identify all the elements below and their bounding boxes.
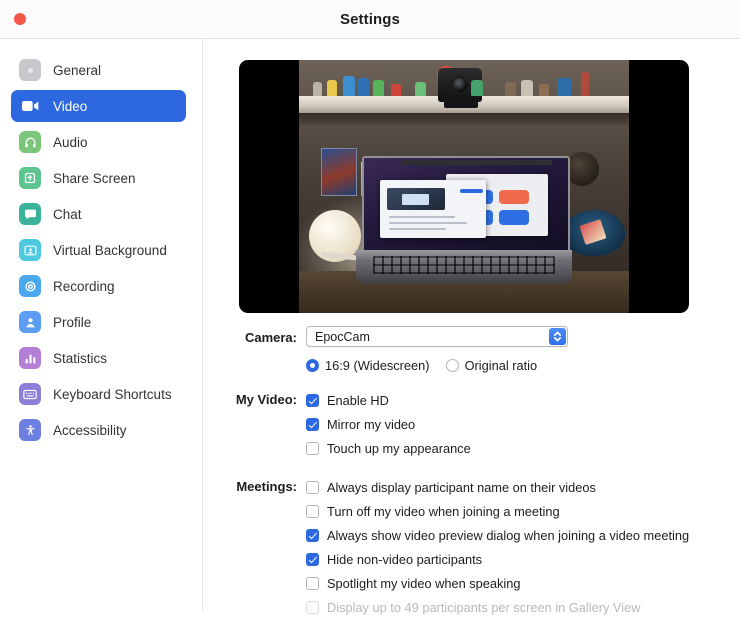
checkbox-indicator[interactable]	[306, 417, 319, 431]
share-screen-icon	[19, 167, 41, 189]
radio-option-widescreen[interactable]: 16:9 (Widescreen)	[306, 358, 430, 373]
checkbox-always-show-video-preview-dialog[interactable]: Always show video preview dialog when jo…	[306, 523, 740, 547]
checkbox-indicator[interactable]	[306, 393, 319, 407]
sidebar-item-recording[interactable]: Recording	[11, 270, 186, 302]
accessibility-icon	[19, 419, 41, 441]
sidebar-item-share-screen[interactable]: Share Screen	[11, 162, 186, 194]
sidebar-item-profile[interactable]: Profile	[11, 306, 186, 338]
aspect-ratio-group: 16:9 (Widescreen) Original ratio	[306, 358, 740, 373]
my-video-row: My Video: Enable HD Mirror my video Touc…	[203, 388, 740, 460]
bar-chart-icon	[19, 347, 41, 369]
checkbox-indicator[interactable]	[306, 504, 319, 518]
keyboard-icon	[19, 383, 41, 405]
sidebar-item-general[interactable]: General	[11, 54, 186, 86]
camera-preview	[239, 60, 689, 313]
checkbox-label: Always show video preview dialog when jo…	[327, 527, 690, 543]
sidebar-item-label: Chat	[53, 206, 82, 222]
settings-sidebar: General Video Audio Share Screen Chat Vi…	[0, 39, 203, 611]
window-title: Settings	[340, 10, 400, 28]
chevron-up-down-icon[interactable]	[549, 328, 566, 345]
headphones-icon	[19, 131, 41, 153]
sidebar-item-virtual-background[interactable]: Virtual Background	[11, 234, 186, 266]
sidebar-item-keyboard-shortcuts[interactable]: Keyboard Shortcuts	[11, 378, 186, 410]
checkbox-display-up-to-49-participants: Display up to 49 participants per screen…	[306, 595, 740, 619]
radio-indicator[interactable]	[445, 359, 459, 372]
camera-select-value: EpocCam	[315, 329, 370, 344]
sidebar-item-label: Statistics	[53, 350, 108, 366]
checkbox-label: Turn off my video when joining a meeting	[327, 503, 560, 519]
sidebar-item-label: Video	[53, 98, 88, 114]
sidebar-item-label: Accessibility	[53, 422, 127, 438]
camera-select[interactable]: EpocCam	[306, 326, 568, 347]
checkbox-enable-hd[interactable]: Enable HD	[306, 388, 740, 412]
radio-option-original-ratio[interactable]: Original ratio	[445, 358, 538, 373]
checkbox-touch-up-my-appearance[interactable]: Touch up my appearance	[306, 436, 740, 460]
my-video-label: My Video:	[235, 392, 297, 407]
checkbox-indicator[interactable]	[306, 480, 319, 494]
person-frame-icon	[19, 239, 41, 261]
title-bar: Settings	[0, 0, 740, 39]
checkbox-label: Touch up my appearance	[327, 440, 471, 456]
settings-form: Camera: EpocCam 16:9 (Widescreen) Origin…	[203, 326, 740, 619]
checkbox-indicator[interactable]	[306, 528, 319, 542]
checkbox-hide-non-video-participants[interactable]: Hide non-video participants	[306, 547, 740, 571]
radio-label: 16:9 (Widescreen)	[325, 358, 430, 373]
gear-icon	[19, 59, 41, 81]
sidebar-item-video[interactable]: Video	[11, 90, 186, 122]
sidebar-item-label: Virtual Background	[53, 242, 167, 258]
checkbox-label: Mirror my video	[327, 416, 416, 432]
radio-label: Original ratio	[464, 358, 538, 373]
sidebar-item-accessibility[interactable]: Accessibility	[11, 414, 186, 446]
video-settings-panel: Camera: EpocCam 16:9 (Widescreen) Origin…	[203, 39, 740, 615]
sidebar-item-label: Profile	[53, 314, 92, 330]
meetings-label: Meetings:	[236, 479, 297, 494]
camera-preview-image	[299, 60, 629, 313]
record-circle-icon	[19, 275, 41, 297]
checkbox-spotlight-my-video-when-speaking[interactable]: Spotlight my video when speaking	[306, 571, 740, 595]
sidebar-item-statistics[interactable]: Statistics	[11, 342, 186, 374]
person-icon	[19, 311, 41, 333]
checkbox-label: Display up to 49 participants per screen…	[327, 599, 641, 615]
video-camera-icon	[19, 95, 41, 117]
meetings-row: Meetings: Always display participant nam…	[203, 475, 740, 619]
close-window-button[interactable]	[14, 13, 26, 25]
checkbox-label: Always display participant name on their…	[327, 479, 596, 495]
chat-bubble-icon	[19, 203, 41, 225]
sidebar-item-label: Share Screen	[53, 170, 136, 186]
radio-indicator[interactable]	[306, 359, 319, 372]
settings-window: Settings General Video Audio Share Scree…	[0, 0, 740, 615]
checkbox-mirror-my-video[interactable]: Mirror my video	[306, 412, 740, 436]
sidebar-item-chat[interactable]: Chat	[11, 198, 186, 230]
checkbox-indicator[interactable]	[306, 576, 319, 590]
checkbox-turn-off-my-video-when-joining[interactable]: Turn off my video when joining a meeting	[306, 499, 740, 523]
sidebar-item-label: Recording	[53, 278, 115, 294]
sidebar-item-label: General	[53, 62, 102, 78]
camera-label: Camera:	[244, 330, 297, 345]
checkbox-label: Spotlight my video when speaking	[327, 575, 521, 591]
checkbox-indicator[interactable]	[306, 552, 319, 566]
traffic-lights	[14, 13, 26, 25]
sidebar-item-audio[interactable]: Audio	[11, 126, 186, 158]
checkbox-label: Enable HD	[327, 392, 389, 408]
sidebar-item-label: Audio	[53, 134, 88, 150]
camera-row: Camera: EpocCam 16:9 (Widescreen) Origin…	[203, 326, 740, 373]
window-body: General Video Audio Share Screen Chat Vi…	[0, 39, 740, 615]
checkbox-indicator[interactable]	[306, 441, 319, 455]
checkbox-label: Hide non-video participants	[327, 551, 483, 567]
checkbox-always-display-participant-name[interactable]: Always display participant name on their…	[306, 475, 740, 499]
checkbox-indicator	[306, 600, 319, 614]
sidebar-item-label: Keyboard Shortcuts	[53, 386, 172, 402]
